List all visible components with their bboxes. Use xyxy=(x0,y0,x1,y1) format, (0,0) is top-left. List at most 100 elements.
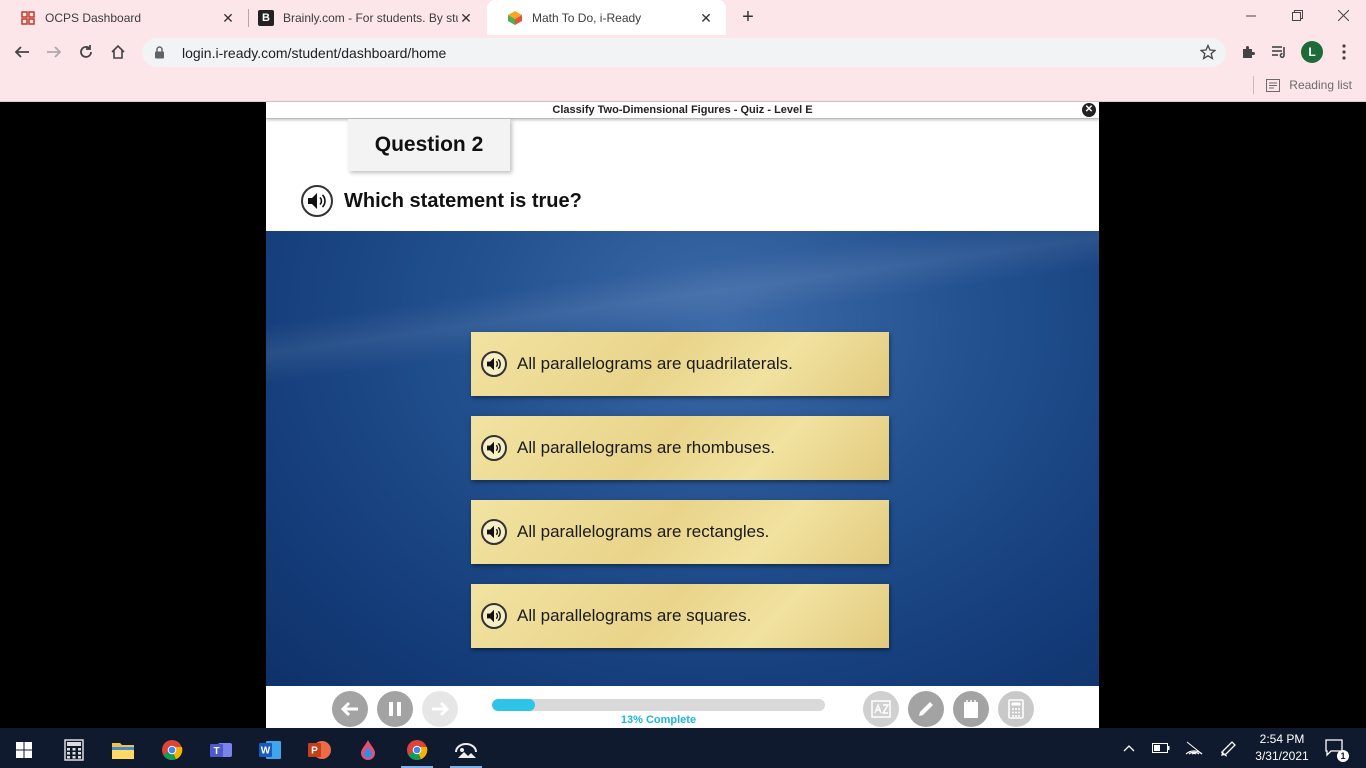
paint-drop-icon[interactable] xyxy=(348,732,388,768)
start-button[interactable] xyxy=(4,732,44,768)
teams-icon[interactable]: T xyxy=(201,732,241,768)
answer-option-1[interactable]: All parallelograms are quadrilaterals. xyxy=(471,332,889,396)
bookmark-separator xyxy=(1253,76,1255,94)
pause-button[interactable] xyxy=(377,691,413,727)
answer-option-3[interactable]: All parallelograms are rectangles. xyxy=(471,500,889,564)
tab-title: Brainly.com - For students. By stu xyxy=(283,10,458,25)
browser-toolbar: login.i-ready.com/student/dashboard/home xyxy=(0,35,1366,69)
minimize-button[interactable] xyxy=(1228,0,1274,30)
brainly-favicon-icon: B xyxy=(258,9,274,26)
clock-date: 3/31/2021 xyxy=(1255,749,1309,763)
new-tab-button[interactable]: + xyxy=(736,6,760,30)
reading-list-label: Reading list xyxy=(1289,78,1352,92)
media-queue-icon[interactable] xyxy=(1268,41,1290,63)
restore-button[interactable] xyxy=(1274,0,1320,30)
home-button[interactable] xyxy=(105,39,131,65)
answer-text: All parallelograms are squares. xyxy=(517,606,752,625)
answer-text: All parallelograms are rhombuses. xyxy=(517,438,775,457)
system-clock[interactable]: 2:54 PM 3/31/2021 xyxy=(1252,731,1312,765)
windows-logo-icon xyxy=(16,742,32,758)
question-number-tab: Question 2 xyxy=(348,119,510,171)
bookmark-star-icon[interactable] xyxy=(1199,43,1217,65)
bookmark-bar: Reading list xyxy=(0,69,1366,102)
answer-text: All parallelograms are quadrilaterals. xyxy=(517,354,793,373)
tab-close-icon[interactable]: ✕ xyxy=(698,10,714,26)
back-arrow-icon xyxy=(14,46,29,58)
answer-option-2[interactable]: All parallelograms are rhombuses. xyxy=(471,416,889,480)
glossary-az-icon xyxy=(871,700,891,718)
progress-bar-fill xyxy=(492,699,536,711)
glossary-button[interactable] xyxy=(863,691,899,727)
tab-close-icon[interactable]: ✕ xyxy=(458,10,474,26)
quiz-control-bar: 13% Complete xyxy=(266,686,1099,728)
answer-stage: All parallelograms are quadrilaterals. A… xyxy=(266,231,1099,686)
dashboard-favicon-icon xyxy=(20,10,36,26)
notifications-button[interactable]: 1 xyxy=(1323,736,1349,762)
answer-speaker-icon[interactable] xyxy=(481,435,507,461)
forward-button[interactable] xyxy=(41,39,67,65)
calculator-icon xyxy=(1008,699,1024,719)
lock-icon xyxy=(154,46,168,59)
progress-bar xyxy=(492,699,825,711)
chrome-running-icon[interactable] xyxy=(397,732,437,768)
powerpoint-icon[interactable]: P xyxy=(299,732,339,768)
left-arrow-icon xyxy=(340,701,358,717)
tab-strip: OCPS Dashboard ✕ B Brainly.com - For stu… xyxy=(0,0,1366,35)
pencil-tool-button[interactable] xyxy=(908,691,944,727)
wifi-icon[interactable] xyxy=(1182,736,1206,760)
tab-title: Math To Do, i-Ready xyxy=(532,10,642,25)
answer-text: All parallelograms are rectangles. xyxy=(517,522,770,541)
chrome-taskbar-icon[interactable] xyxy=(152,732,192,768)
show-hidden-icons-chevron-icon[interactable] xyxy=(1117,736,1141,760)
url-text: login.i-ready.com/student/dashboard/home xyxy=(182,44,447,61)
tab-close-icon[interactable]: ✕ xyxy=(220,10,236,26)
calculator-button[interactable] xyxy=(998,691,1034,727)
close-window-button[interactable] xyxy=(1320,0,1366,30)
question-prompt: Which statement is true? xyxy=(344,190,582,212)
right-arrow-icon xyxy=(432,701,450,717)
extensions-puzzle-icon[interactable] xyxy=(1237,41,1259,63)
tab-math-to-do[interactable]: Math To Do, i-Ready ✕ xyxy=(487,0,726,35)
reload-button[interactable] xyxy=(73,39,99,65)
reading-list-icon xyxy=(1266,78,1281,92)
tab-brainly[interactable]: B Brainly.com - For students. By stu ✕ xyxy=(238,0,486,35)
quiz-close-button[interactable]: ✕ xyxy=(1082,103,1096,117)
reading-list-button[interactable]: Reading list xyxy=(1253,76,1352,94)
quiz-title: Classify Two-Dimensional Figures - Quiz … xyxy=(552,104,813,116)
tab-ocps-dashboard[interactable]: OCPS Dashboard ✕ xyxy=(0,0,248,35)
profile-avatar[interactable]: L xyxy=(1301,41,1323,63)
next-button[interactable] xyxy=(422,691,458,727)
calculator-app-icon[interactable] xyxy=(54,732,94,768)
windows-taskbar: T W P 2:54 PM 3/31/2021 1 xyxy=(0,728,1366,768)
pause-icon xyxy=(389,702,401,716)
previous-button[interactable] xyxy=(332,691,368,727)
clock-time: 2:54 PM xyxy=(1259,732,1305,746)
question-audio-button[interactable] xyxy=(301,185,333,217)
answer-option-4[interactable]: All parallelograms are squares. xyxy=(471,584,889,648)
answer-speaker-icon[interactable] xyxy=(481,603,507,629)
notification-count: 1 xyxy=(1337,750,1349,762)
answer-speaker-icon[interactable] xyxy=(481,519,507,545)
pen-workspace-icon[interactable] xyxy=(1217,736,1241,760)
tab-title: OCPS Dashboard xyxy=(45,10,142,25)
photos-app-icon[interactable] xyxy=(446,732,486,768)
address-bar[interactable]: login.i-ready.com/student/dashboard/home xyxy=(142,38,1226,67)
home-icon xyxy=(111,44,125,59)
speaker-icon xyxy=(308,193,326,209)
progress-label: 13% Complete xyxy=(620,714,697,726)
word-icon[interactable]: W xyxy=(250,732,290,768)
back-button[interactable] xyxy=(9,39,35,65)
forward-arrow-icon xyxy=(47,46,62,58)
quiz-title-bar: Classify Two-Dimensional Figures - Quiz … xyxy=(266,102,1099,119)
quiz-app: Classify Two-Dimensional Figures - Quiz … xyxy=(266,102,1099,728)
answer-speaker-icon[interactable] xyxy=(481,351,507,377)
notepad-icon xyxy=(964,700,978,718)
svg-text:W: W xyxy=(261,746,271,757)
reload-icon xyxy=(80,45,92,58)
file-explorer-icon[interactable] xyxy=(103,732,143,768)
svg-text:P: P xyxy=(311,746,318,757)
chrome-menu-icon[interactable] xyxy=(1333,41,1355,63)
pencil-icon xyxy=(919,702,933,716)
notepad-button[interactable] xyxy=(953,691,989,727)
battery-icon[interactable] xyxy=(1149,736,1173,760)
